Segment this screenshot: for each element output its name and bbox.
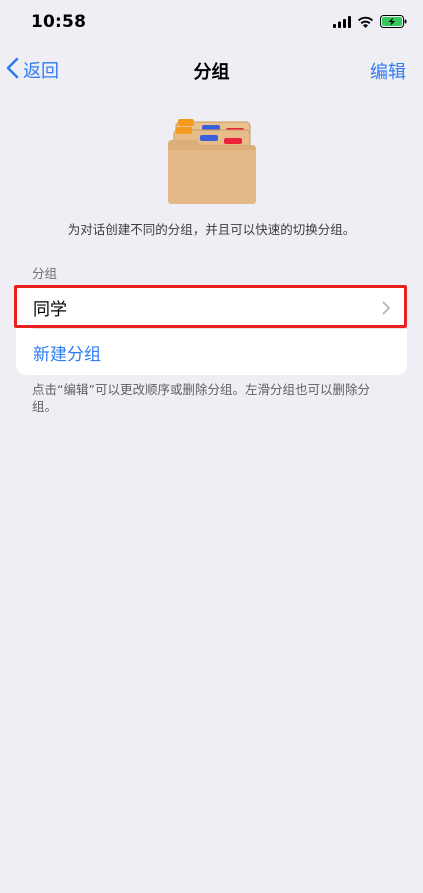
battery-charging-icon [380,13,407,32]
status-icons [333,14,407,30]
hint-text: 为对话创建不同的分组，并且可以快速的切换分组。 [67,222,356,237]
group-row-classmates[interactable]: 同学 [16,286,407,328]
wifi-icon [357,13,374,32]
new-group-label: 新建分组 [33,344,101,365]
page-title: 分组 [193,62,230,83]
group-row-label: 同学 [33,299,67,320]
status-time: 10:58 [31,12,87,32]
signal-icon [333,13,351,32]
edit-button[interactable]: 编辑 [370,58,406,84]
navigation-bar: 返回 分组 编辑 [0,52,423,88]
section-header: 分组 [32,266,58,281]
group-list: 同学 新建分组 [16,286,407,375]
folder-icon [166,118,258,206]
status-bar: 10:58 [0,0,423,44]
chevron-right-icon [382,300,391,319]
new-group-button[interactable]: 新建分组 [16,329,407,375]
footer-note: 点击“编辑”可以更改顺序或删除分组。左滑分组也可以删除分组。 [32,382,370,414]
